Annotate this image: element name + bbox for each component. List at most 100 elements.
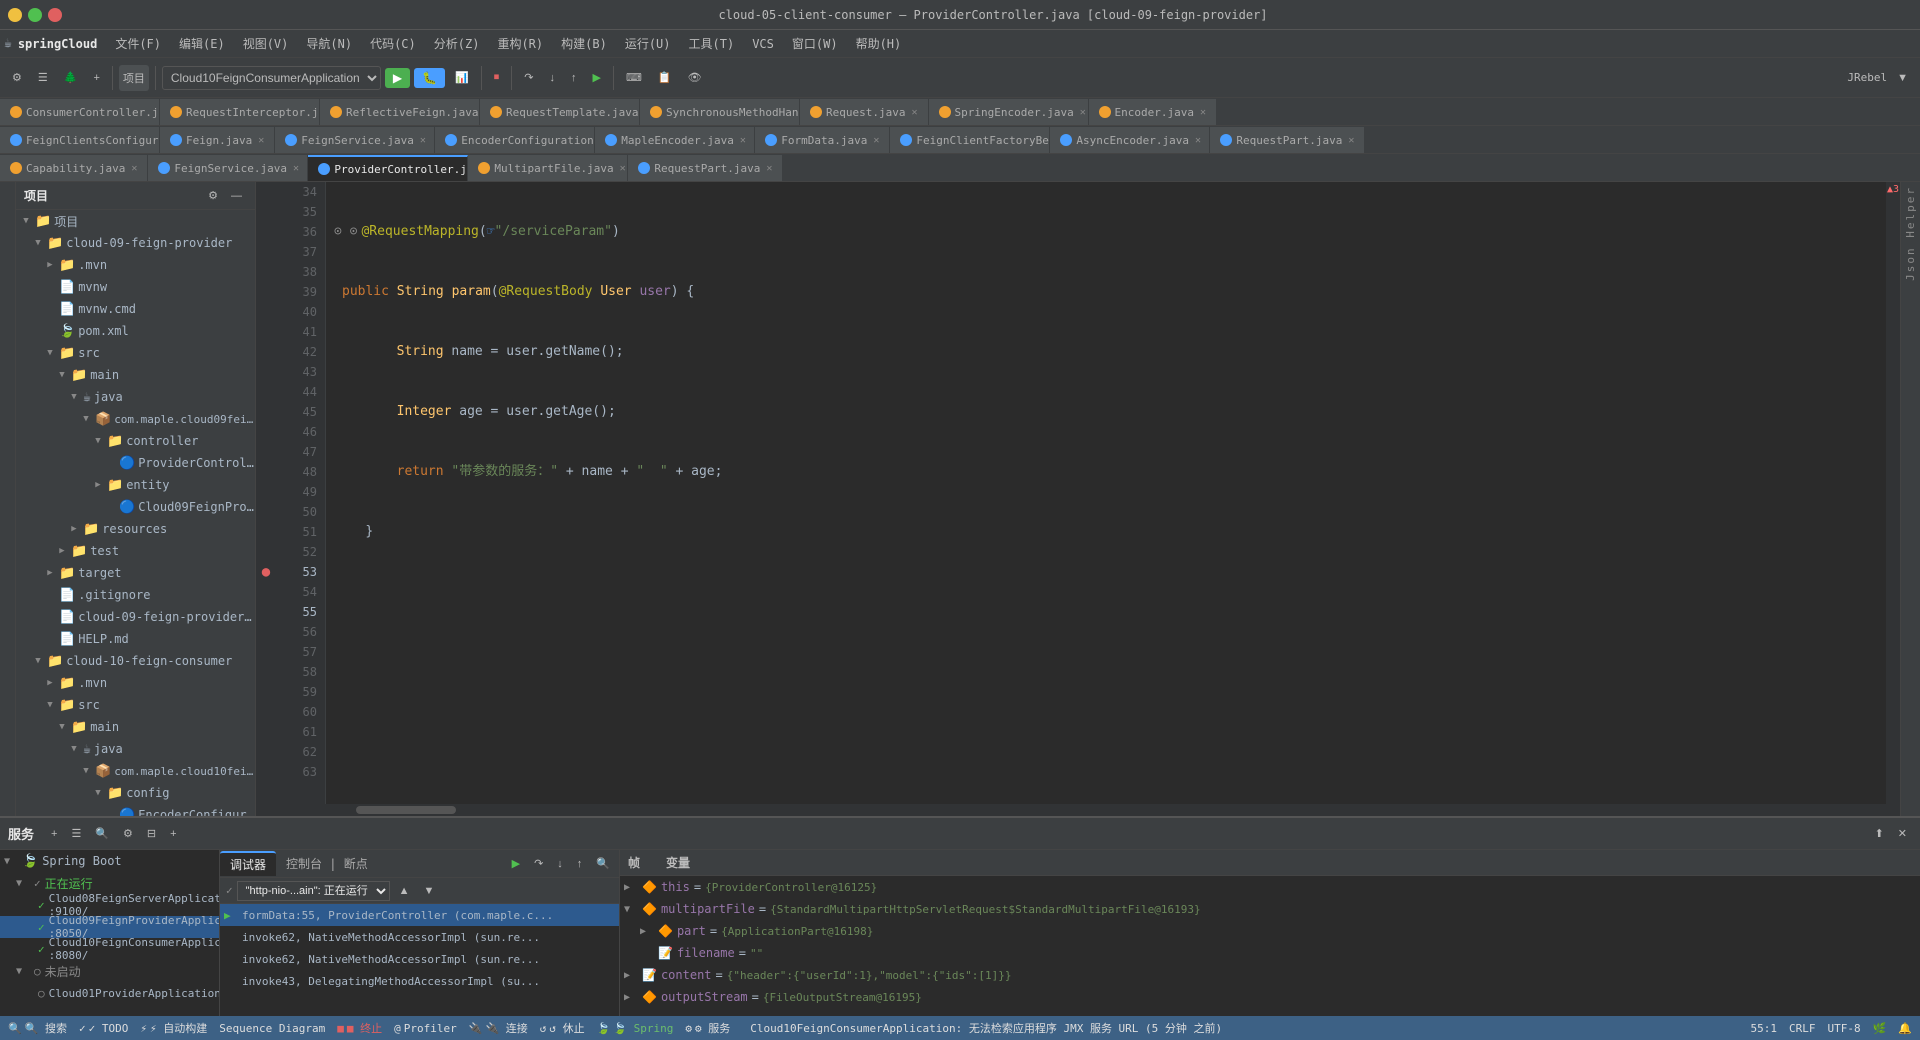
var-outputstream[interactable]: ▶ 🔶 outputStream = {FileOutputStream@161… <box>620 986 1920 1008</box>
tab-request-part3[interactable]: RequestPart.java ✕ <box>628 155 783 181</box>
tree-item-main1[interactable]: ▼ 📁 main <box>16 364 255 386</box>
menu-help[interactable]: 帮助(H) <box>848 32 910 55</box>
tab-close[interactable]: ✕ <box>131 163 137 174</box>
tab-feign[interactable]: Feign.java ✕ <box>160 127 275 153</box>
tab-close[interactable]: ✕ <box>420 135 426 146</box>
scrollbar-thumb[interactable] <box>356 806 456 814</box>
tab-encoder[interactable]: Encoder.java ✕ <box>1089 99 1218 125</box>
tree-item-mvnwcmd1[interactable]: ▶ 📄 mvnw.cmd <box>16 298 255 320</box>
services-close[interactable]: ✕ <box>1893 825 1912 842</box>
status-services[interactable]: ⚙ ⚙ 服务 <box>685 1020 730 1036</box>
tab-close[interactable]: ✕ <box>620 163 626 174</box>
services-filter[interactable]: 🔍 <box>90 825 114 842</box>
menu-view[interactable]: 视图(V) <box>235 32 297 55</box>
tab-close[interactable]: ✕ <box>766 163 772 174</box>
minimize-btn[interactable] <box>8 8 22 22</box>
cloud01-app[interactable]: ▶ ○ Cloud01ProviderApplication <box>0 982 219 1004</box>
close-btn[interactable] <box>48 8 62 22</box>
debug-tab-debugger[interactable]: 调试器 <box>220 851 276 876</box>
maximize-btn[interactable] <box>28 8 42 22</box>
tab-request-part2[interactable]: RequestPart.java ✕ <box>1210 127 1365 153</box>
menu-analyze[interactable]: 分析(Z) <box>426 32 488 55</box>
status-notifications[interactable]: 🔔 <box>1898 1022 1912 1035</box>
tree-item-resources1[interactable]: ▶ 📁 resources <box>16 518 255 540</box>
toolbar-settings[interactable]: ⚙ <box>6 68 28 87</box>
status-search[interactable]: 🔍 🔍 搜索 <box>8 1020 67 1036</box>
menu-window[interactable]: 窗口(W) <box>784 32 846 55</box>
sidebar-collapse[interactable]: — <box>226 187 247 204</box>
status-sequence[interactable]: Sequence Diagram <box>219 1022 325 1035</box>
frame-native2[interactable]: ▶ invoke62, NativeMethodAccessorImpl (su… <box>220 948 619 970</box>
tree-item-controller1[interactable]: ▼ 📁 controller <box>16 430 255 452</box>
services-expand[interactable]: ⬆ <box>1870 825 1889 842</box>
services-settings[interactable]: ⚙ <box>118 825 138 842</box>
tab-feign-factory-bean[interactable]: FeignClientFactoryBean.java ✕ <box>890 127 1050 153</box>
run-button[interactable]: ▶ <box>385 68 410 88</box>
tab-close[interactable]: ✕ <box>258 135 264 146</box>
tree-item-main2[interactable]: ▼ 📁 main <box>16 716 255 738</box>
step-out[interactable]: ↑ <box>565 69 583 87</box>
frames-btn[interactable]: 📋 <box>652 68 678 87</box>
tab-close[interactable]: ✕ <box>740 135 746 146</box>
debug-resume[interactable]: ▶ <box>507 855 525 872</box>
var-part[interactable]: ▶ 🔶 part = {ApplicationPart@16198} <box>620 920 1920 942</box>
tab-close[interactable]: ✕ <box>911 107 917 118</box>
tree-item-encoder-config[interactable]: ▶ 🔵 EncoderConfiguration <box>16 804 255 816</box>
not-started-status[interactable]: ▼ ○ 未启动 <box>0 960 219 982</box>
evaluate-btn[interactable]: ⌨ <box>620 68 648 87</box>
tree-item-entity1[interactable]: ▶ 📁 entity <box>16 474 255 496</box>
var-this[interactable]: ▶ 🔶 this = {ProviderController@16125} <box>620 876 1920 898</box>
toolbar-layout[interactable]: ☰ <box>32 68 54 87</box>
frame-native1[interactable]: ▶ invoke62, NativeMethodAccessorImpl (su… <box>220 926 619 948</box>
status-connect[interactable]: 🔌 🔌 连接 <box>469 1020 528 1036</box>
debug-step-over[interactable]: ↷ <box>529 855 548 872</box>
status-profiler[interactable]: @ Profiler <box>394 1022 457 1035</box>
code-content[interactable]: ⊙ ⊙ @RequestMapping(☞"/serviceParam") pu… <box>326 182 1886 804</box>
tree-item-mvn1[interactable]: ▶ 📁 .mvn <box>16 254 255 276</box>
editor-scrollbar[interactable] <box>256 804 1900 816</box>
status-restart[interactable]: ↺ ↺ 休止 <box>540 1020 585 1036</box>
tree-item-src2[interactable]: ▼ 📁 src <box>16 694 255 716</box>
services-add2[interactable]: + <box>165 825 181 842</box>
tree-item-provider-controller[interactable]: ▶ 🔵 ProviderController <box>16 452 255 474</box>
tab-async-encoder[interactable]: AsyncEncoder.java ✕ <box>1050 127 1210 153</box>
tab-reflective-feign[interactable]: ReflectiveFeign.java ✕ <box>320 99 480 125</box>
status-todo[interactable]: ✓ ✓ TODO <box>79 1022 128 1035</box>
tree-item-iml1[interactable]: ▶ 📄 cloud-09-feign-provider.iml <box>16 606 255 628</box>
cloud10-app[interactable]: ▶ ✓ Cloud10FeignConsumerApplication :808… <box>0 938 219 960</box>
status-crlf[interactable]: CRLF <box>1789 1022 1816 1035</box>
tree-item-src1[interactable]: ▼ 📁 src <box>16 342 255 364</box>
thread-sort[interactable]: ▼ <box>419 883 440 899</box>
menu-refactor[interactable]: 重构(R) <box>489 32 551 55</box>
tree-item-mvnw1[interactable]: ▶ 📄 mvnw <box>16 276 255 298</box>
tab-provider-controller[interactable]: ProviderController.java ✕ <box>308 155 468 181</box>
services-layout[interactable]: ☰ <box>66 825 86 842</box>
thread-filter[interactable]: ▲ <box>394 883 415 899</box>
tab-consumer-controller[interactable]: ConsumerController.java ✕ <box>0 99 160 125</box>
status-auto-build[interactable]: ⚡ ⚡ 自动构建 <box>140 1020 207 1036</box>
tree-item-help1[interactable]: ▶ 📄 HELP.md <box>16 628 255 650</box>
tab-close[interactable]: ✕ <box>1348 135 1354 146</box>
toolbar-tree[interactable]: 🌲 <box>58 68 84 87</box>
frame-delegating[interactable]: ▶ invoke43, DelegatingMethodAccessorImpl… <box>220 970 619 992</box>
status-stop[interactable]: ■ ■ 终止 <box>337 1020 382 1036</box>
cloud09-app[interactable]: ▶ ✓ Cloud09FeignProviderApplication :805… <box>0 916 219 938</box>
menu-file[interactable]: 文件(F) <box>107 32 169 55</box>
tab-close[interactable]: ✕ <box>873 135 879 146</box>
menu-run[interactable]: 运行(U) <box>617 32 679 55</box>
stop-btn[interactable]: ⏹ <box>488 68 506 87</box>
step-into[interactable]: ↓ <box>544 69 562 87</box>
spring-boot-root[interactable]: ▼ 🍃 Spring Boot <box>0 850 219 872</box>
tree-item-pkg2[interactable]: ▼ 📦 com.maple.cloud10feignconsumer <box>16 760 255 782</box>
frame-form-data[interactable]: ▶ formData:55, ProviderController (com.m… <box>220 904 619 926</box>
tree-item-config[interactable]: ▼ 📁 config <box>16 782 255 804</box>
status-spring[interactable]: 🍃 🍃 Spring <box>597 1022 674 1035</box>
tree-item-java2[interactable]: ▼ ☕ java <box>16 738 255 760</box>
menu-code[interactable]: 代码(C) <box>362 32 424 55</box>
menu-nav[interactable]: 导航(N) <box>298 32 360 55</box>
tab-close[interactable]: ✕ <box>1080 107 1086 118</box>
tab-close[interactable]: ✕ <box>293 163 299 174</box>
tab-encoder-config[interactable]: EncoderConfiguration.java ✕ <box>435 127 595 153</box>
tree-item-pom1[interactable]: ▶ 🍃 pom.xml <box>16 320 255 342</box>
tree-item-gitignore1[interactable]: ▶ 📄 .gitignore <box>16 584 255 606</box>
